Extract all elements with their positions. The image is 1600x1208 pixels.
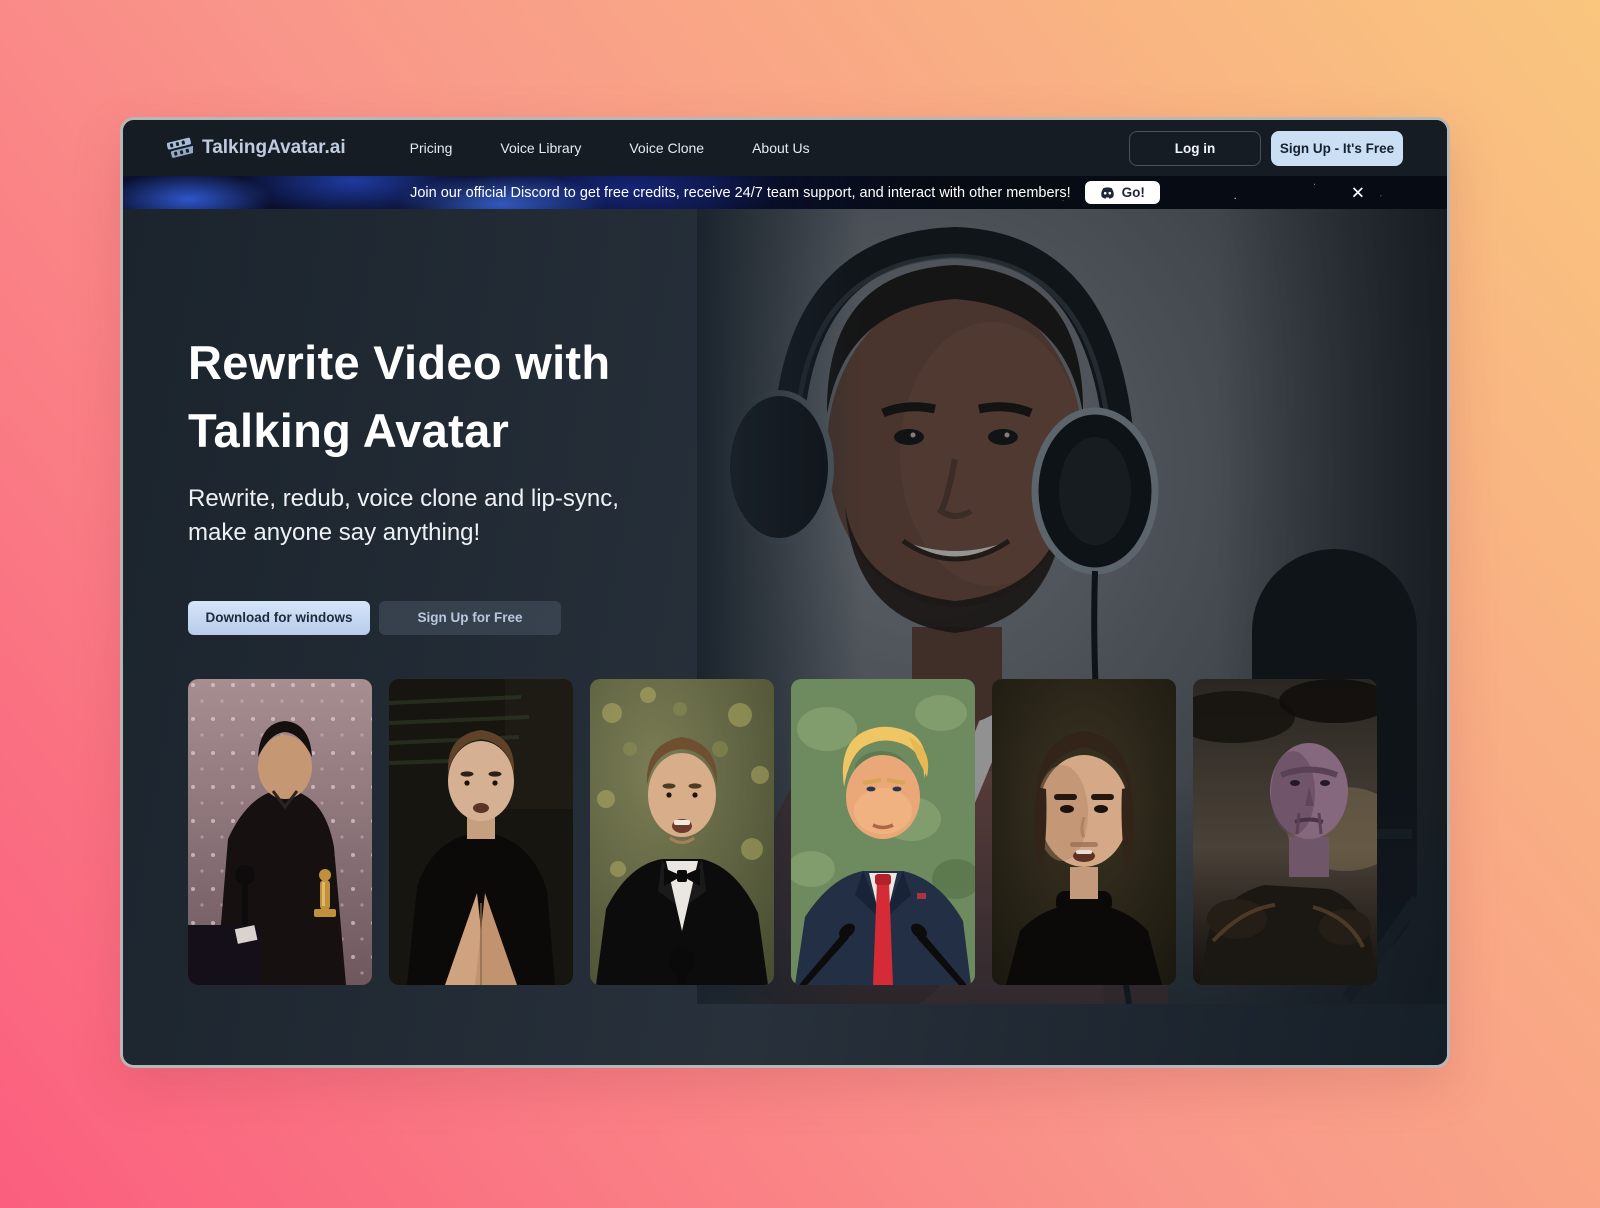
- elon-musk-image: [389, 679, 573, 985]
- signup-free-button[interactable]: Sign Up for Free: [379, 601, 561, 635]
- download-windows-button[interactable]: Download for windows: [188, 601, 370, 635]
- thumbnail-thanos[interactable]: [1193, 679, 1377, 985]
- top-navbar: TalkingAvatar.ai Pricing Voice Library V…: [123, 120, 1447, 176]
- hero-heading-line1: Rewrite Video with: [188, 336, 610, 389]
- thumbnail-steve-jobs[interactable]: [992, 679, 1176, 985]
- thanos-image: [1193, 679, 1377, 985]
- nav-actions: Log in Sign Up - It's Free: [1129, 131, 1403, 166]
- hero-subtitle-line2: make anyone say anything!: [188, 519, 480, 546]
- nav-item-voice-library[interactable]: Voice Library: [476, 132, 605, 164]
- hero-subtitle: Rewrite, redub, voice clone and lip-sync…: [188, 482, 619, 550]
- discord-icon: [1100, 187, 1115, 199]
- logo[interactable]: TalkingAvatar.ai: [167, 137, 346, 159]
- hero-heading: Rewrite Video with Talking Avatar: [188, 329, 619, 464]
- login-button[interactable]: Log in: [1129, 131, 1261, 166]
- discord-go-button[interactable]: Go!: [1085, 181, 1160, 204]
- signup-button[interactable]: Sign Up - It's Free: [1271, 131, 1403, 166]
- hero-section: Rewrite Video with Talking Avatar Rewrit…: [123, 209, 1447, 1065]
- jackie-chan-image: [188, 679, 372, 985]
- celebrity-thumbnails: [188, 679, 1377, 985]
- donald-trump-image: [791, 679, 975, 985]
- hero-subtitle-line1: Rewrite, redub, voice clone and lip-sync…: [188, 485, 619, 512]
- banner-text: Join our official Discord to get free cr…: [410, 185, 1071, 201]
- thumbnail-leonardo-dicaprio[interactable]: [590, 679, 774, 985]
- cta-row: Download for windows Sign Up for Free: [188, 601, 619, 635]
- nav-item-voice-clone[interactable]: Voice Clone: [605, 132, 728, 164]
- nav-item-pricing[interactable]: Pricing: [386, 132, 477, 164]
- go-button-label: Go!: [1122, 185, 1145, 200]
- nav-links: Pricing Voice Library Voice Clone About …: [386, 132, 834, 164]
- film-strip-icon: [167, 137, 193, 159]
- logo-text: TalkingAvatar.ai: [202, 137, 346, 159]
- leonardo-dicaprio-image: [590, 679, 774, 985]
- nav-item-about-us[interactable]: About Us: [728, 132, 834, 164]
- thumbnail-elon-musk[interactable]: [389, 679, 573, 985]
- browser-window: TalkingAvatar.ai Pricing Voice Library V…: [120, 117, 1450, 1068]
- steve-jobs-image: [992, 679, 1176, 985]
- thumbnail-donald-trump[interactable]: [791, 679, 975, 985]
- discord-banner: Join our official Discord to get free cr…: [123, 176, 1447, 209]
- hero-heading-line2: Talking Avatar: [188, 404, 509, 457]
- hero-content: Rewrite Video with Talking Avatar Rewrit…: [188, 329, 619, 635]
- thumbnail-jackie-chan[interactable]: [188, 679, 372, 985]
- close-icon[interactable]: ✕: [1351, 184, 1365, 201]
